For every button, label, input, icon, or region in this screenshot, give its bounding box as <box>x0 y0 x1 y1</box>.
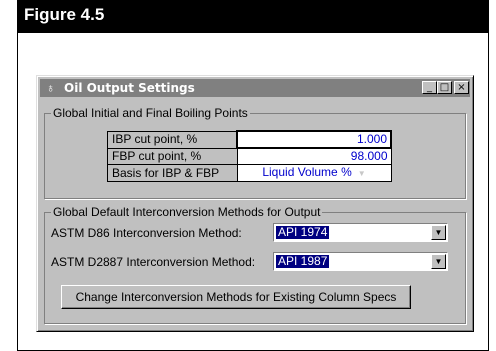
close-button[interactable]: × <box>454 81 469 94</box>
d86-method-value: API 1974 <box>276 225 330 239</box>
d2887-method-select[interactable]: API 1987 ▼ <box>273 252 448 271</box>
fbp-cut-point-cell[interactable]: 98.000 <box>236 147 392 165</box>
basis-label: Basis for IBP & FBP <box>107 164 238 182</box>
table-row: FBP cut point, % 98.000 <box>107 147 392 165</box>
d86-method-label: ASTM D86 Interconversion Method: <box>51 226 242 240</box>
change-interconversion-methods-button[interactable]: Change Interconversion Methods for Exist… <box>61 285 411 309</box>
table-row: Basis for IBP & FBP Liquid Volume % ▼ <box>107 164 392 182</box>
figure-header: Figure 4.5 <box>17 0 489 33</box>
interconversion-group-label: Global Default Interconversion Methods f… <box>51 205 323 219</box>
figure-label: Figure 4.5 <box>24 5 105 24</box>
d2887-method-label: ASTM D2887 Interconversion Method: <box>51 255 256 269</box>
boiling-points-table: IBP cut point, % 1.000 FBP cut point, % … <box>107 130 392 182</box>
minimize-button[interactable]: _ <box>422 81 437 94</box>
boiling-points-group-label: Global Initial and Final Boiling Points <box>51 106 250 120</box>
table-row: IBP cut point, % 1.000 <box>107 130 392 149</box>
basis-dropdown-cell[interactable]: Liquid Volume % ▼ <box>236 164 392 182</box>
d86-method-select[interactable]: API 1974 ▼ <box>273 223 448 242</box>
boiling-points-group: Global Initial and Final Boiling Points … <box>44 106 466 199</box>
maximize-button[interactable]: □ <box>437 81 452 94</box>
chevron-down-icon: ▼ <box>357 169 366 178</box>
window-title: Oil Output Settings <box>64 81 195 95</box>
oil-drop-icon: ♁ <box>46 81 55 95</box>
ibp-label: IBP cut point, % <box>107 130 238 149</box>
interconversion-group: Global Default Interconversion Methods f… <box>44 205 466 324</box>
chevron-down-icon[interactable]: ▼ <box>431 225 446 240</box>
fbp-label: FBP cut point, % <box>107 147 238 165</box>
oil-output-settings-window: ♁ Oil Output Settings _ □ × Global Initi… <box>36 75 474 332</box>
basis-value: Liquid Volume % <box>262 165 352 179</box>
chevron-down-icon[interactable]: ▼ <box>431 254 446 269</box>
ibp-cut-point-cell[interactable]: 1.000 <box>236 130 392 149</box>
title-bar[interactable]: ♁ Oil Output Settings _ □ × <box>40 79 470 97</box>
d2887-method-value: API 1987 <box>276 254 330 268</box>
